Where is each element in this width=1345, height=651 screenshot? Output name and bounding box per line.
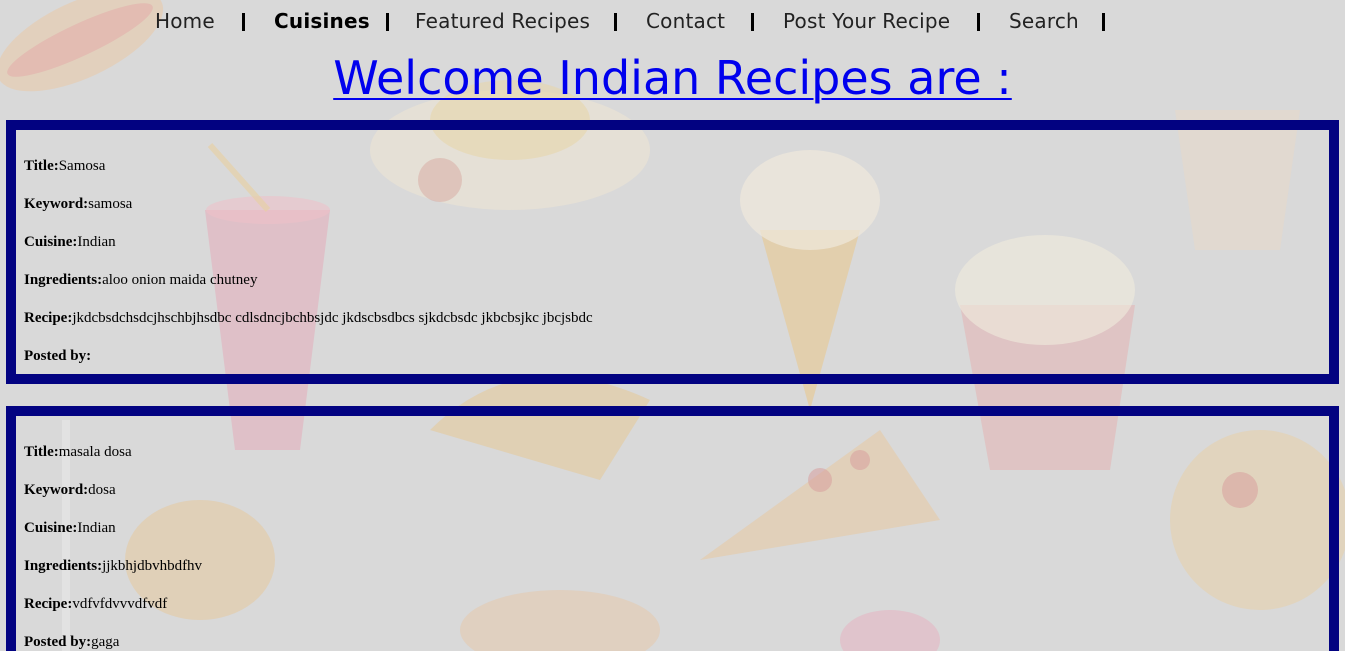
nav-link-featured-recipes[interactable]: Featured Recipes bbox=[415, 9, 590, 33]
page-title[interactable]: Welcome Indian Recipes are : bbox=[0, 48, 1345, 108]
keyword-label: Keyword: bbox=[24, 482, 89, 498]
recipe-label: Recipe: bbox=[24, 310, 73, 326]
nav-separator bbox=[386, 13, 389, 31]
recipe-keyword-row: Keyword:samosa bbox=[24, 196, 132, 213]
nav-separator bbox=[751, 13, 754, 31]
cuisine-label: Cuisine: bbox=[24, 234, 78, 250]
recipe-cuisine-value: Indian bbox=[77, 234, 116, 250]
recipe-instructions-value: jkdcbsdchsdcjhschbjhsdbc cdlsdncjbchbsjd… bbox=[72, 310, 593, 326]
posted-by-label: Posted by: bbox=[24, 348, 92, 364]
cuisine-label: Cuisine: bbox=[24, 520, 78, 536]
nav-link-cuisines[interactable]: Cuisines bbox=[274, 9, 370, 33]
recipe-instructions-value: vdfvfdvvvdfvdf bbox=[72, 596, 168, 612]
recipe-posted-by-value: gaga bbox=[91, 634, 120, 650]
nav-separator bbox=[242, 13, 245, 31]
nav-link-search[interactable]: Search bbox=[1009, 9, 1079, 33]
recipe-card: Title:masala dosa Keyword:dosa Cuisine:I… bbox=[6, 406, 1339, 651]
nav-link-post-your-recipe[interactable]: Post Your Recipe bbox=[783, 9, 950, 33]
recipe-title-row: Title:Samosa bbox=[24, 158, 105, 175]
recipe-posted-by-row: Posted by: bbox=[24, 348, 91, 365]
recipe-posted-by-row: Posted by:gaga bbox=[24, 634, 119, 651]
recipe-keyword-row: Keyword:dosa bbox=[24, 482, 116, 499]
recipe-cuisine-value: Indian bbox=[77, 520, 116, 536]
recipe-card: Title:Samosa Keyword:samosa Cuisine:Indi… bbox=[6, 120, 1339, 384]
nav-separator bbox=[1102, 13, 1105, 31]
recipe-cuisine-row: Cuisine:Indian bbox=[24, 234, 116, 251]
nav-separator bbox=[614, 13, 617, 31]
ingredients-label: Ingredients: bbox=[24, 558, 103, 574]
title-label: Title: bbox=[24, 158, 59, 174]
recipe-label: Recipe: bbox=[24, 596, 73, 612]
recipe-instructions-row: Recipe:jkdcbsdchsdcjhschbjhsdbc cdlsdncj… bbox=[24, 310, 593, 327]
recipe-ingredients-row: Ingredients:aloo onion maida chutney bbox=[24, 272, 257, 289]
recipe-ingredients-value: jjkbhjdbvhbdfhv bbox=[102, 558, 203, 574]
recipe-cuisine-row: Cuisine:Indian bbox=[24, 520, 116, 537]
nav-link-home[interactable]: Home bbox=[155, 9, 215, 33]
recipe-ingredients-row: Ingredients:jjkbhjdbvhbdfhv bbox=[24, 558, 202, 575]
nav-separator bbox=[977, 13, 980, 31]
recipe-title-value: Samosa bbox=[58, 158, 106, 174]
ingredients-label: Ingredients: bbox=[24, 272, 103, 288]
recipe-instructions-row: Recipe:vdfvfdvvvdfvdf bbox=[24, 596, 167, 613]
top-navigation: Home Cuisines Featured Recipes Contact P… bbox=[0, 0, 1345, 44]
keyword-label: Keyword: bbox=[24, 196, 89, 212]
recipe-title-row: Title:masala dosa bbox=[24, 444, 132, 461]
recipe-title-value: masala dosa bbox=[58, 444, 132, 460]
nav-link-contact[interactable]: Contact bbox=[646, 9, 725, 33]
recipe-ingredients-value: aloo onion maida chutney bbox=[102, 272, 258, 288]
recipe-keyword-value: samosa bbox=[88, 196, 133, 212]
posted-by-label: Posted by: bbox=[24, 634, 92, 650]
title-label: Title: bbox=[24, 444, 59, 460]
recipe-keyword-value: dosa bbox=[88, 482, 116, 498]
